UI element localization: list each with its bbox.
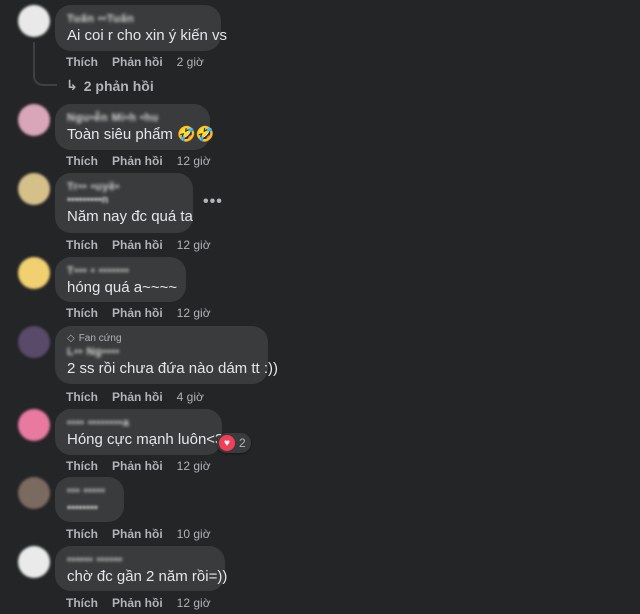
reaction-count: 2 (239, 436, 246, 450)
comment-bubble: Tr•• •uyề• •••••••••n Năm nay đc quá ta (55, 173, 193, 233)
like-button[interactable]: Thích (66, 459, 98, 473)
comment-actions: Thích Phản hồi 12 giờ (66, 306, 225, 320)
comment-actions: Thích Phản hồi 12 giờ (66, 459, 225, 473)
comment-actions: Thích Phản hồi 12 giờ (66, 154, 225, 168)
comment-text: chờ đc gần 2 năm rồi=)) (67, 568, 228, 585)
reply-button[interactable]: Phản hồi (112, 306, 163, 320)
reply-button[interactable]: Phản hồi (112, 238, 163, 252)
comment-text: Toàn siêu phẩm 🤣🤣 (67, 125, 214, 145)
heart-reaction-icon: ♥ (219, 435, 235, 451)
comment-bubble: •••• ••••••••a Hóng cực mạnh luôn<3 (55, 409, 224, 455)
avatar[interactable] (18, 477, 50, 509)
comment-bubble: ◇ Fan cứng L•• Ng•••• 2 ss rồi chưa đứa … (55, 326, 279, 384)
comment-bubble: ••• ••••• •••••••• (55, 477, 124, 522)
like-button[interactable]: Thích (66, 238, 98, 252)
timestamp[interactable]: 12 giờ (177, 459, 211, 473)
avatar[interactable] (18, 257, 50, 289)
comment-text: hóng quá a~~~~ (67, 279, 178, 296)
more-options-icon[interactable]: ••• (203, 193, 223, 211)
timestamp[interactable]: 12 giờ (177, 596, 211, 610)
comment-text: Ai coi r cho xin ý kiến vs (67, 27, 228, 44)
like-button[interactable]: Thích (66, 306, 98, 320)
like-button[interactable]: Thích (66, 390, 98, 404)
avatar[interactable] (18, 409, 50, 441)
thread-line (33, 42, 57, 86)
timestamp[interactable]: 2 giờ (177, 55, 204, 69)
reply-button[interactable]: Phản hồi (112, 596, 163, 610)
timestamp[interactable]: 12 giờ (177, 154, 211, 168)
commenter-name[interactable]: •••••• •••••• (67, 553, 213, 567)
reply-button[interactable]: Phản hồi (112, 527, 163, 541)
timestamp[interactable]: 10 giờ (177, 527, 211, 541)
reply-button[interactable]: Phản hồi (112, 154, 163, 168)
comment-actions: Thích Phản hồi 2 giờ (66, 55, 218, 69)
avatar[interactable] (18, 173, 50, 205)
avatar[interactable] (18, 104, 50, 136)
fan-badge: ◇ Fan cứng (67, 332, 256, 345)
replies-count: 2 phản hồi (83, 77, 154, 94)
commenter-name-line2: •••••••••n (67, 194, 109, 206)
comment-text: 2 ss rồi chưa đứa nào dám tt :)) (67, 360, 279, 377)
commenter-name[interactable]: Tuấn ••Tuấn (67, 12, 209, 26)
comment-actions: Thích Phản hồi 4 giờ (66, 390, 218, 404)
comment-actions: Thích Phản hồi 10 giờ (66, 527, 225, 541)
fan-badge-label: Fan cứng (78, 333, 122, 344)
timestamp[interactable]: 4 giờ (177, 390, 204, 404)
commenter-name[interactable]: ••• ••••• (67, 484, 112, 498)
comment-text: Năm nay đc quá ta (67, 208, 193, 225)
like-button[interactable]: Thích (66, 527, 98, 541)
comment-text-blurred: •••••••• (67, 502, 98, 514)
commenter-name[interactable]: Tr•• •uyề• (67, 180, 181, 194)
like-button[interactable]: Thích (66, 154, 98, 168)
comment-bubble: Tuấn ••Tuấn Ai coi r cho xin ý kiến vs (55, 5, 228, 51)
commenter-name[interactable]: T••• • ••••••• (67, 264, 174, 278)
comment-bubble: Ngu•ễn Mi•h •hu Toàn siêu phẩm 🤣🤣 (55, 104, 214, 150)
avatar[interactable] (18, 326, 50, 358)
avatar[interactable] (18, 546, 50, 578)
comment-bubble: •••••• •••••• chờ đc gần 2 năm rồi=)) (55, 546, 228, 591)
commenter-name[interactable]: Ngu•ễn Mi•h •hu (67, 111, 198, 125)
view-replies-link[interactable]: ↳ 2 phản hồi (66, 77, 154, 94)
comment-text: Hóng cực mạnh luôn<3 (67, 431, 224, 448)
comment-actions: Thích Phản hồi 12 giờ (66, 238, 225, 252)
timestamp[interactable]: 12 giờ (177, 238, 211, 252)
commenter-name[interactable]: L•• Ng•••• (67, 345, 256, 359)
avatar[interactable] (18, 5, 50, 37)
reply-button[interactable]: Phản hồi (112, 390, 163, 404)
comment-actions: Thích Phản hồi 12 giờ (66, 596, 225, 610)
reply-arrow-icon: ↳ (66, 77, 78, 93)
commenter-name[interactable]: •••• ••••••••a (67, 416, 210, 430)
reply-button[interactable]: Phản hồi (112, 459, 163, 473)
reaction-summary[interactable]: ♥ 2 (217, 433, 251, 453)
like-button[interactable]: Thích (66, 596, 98, 610)
reply-button[interactable]: Phản hồi (112, 55, 163, 69)
timestamp[interactable]: 12 giờ (177, 306, 211, 320)
comment-bubble: T••• • ••••••• hóng quá a~~~~ (55, 257, 186, 302)
comment-text-content: Toàn siêu phẩm 🤣🤣 (67, 126, 215, 143)
like-button[interactable]: Thích (66, 55, 98, 69)
diamond-icon: ◇ (67, 333, 75, 344)
